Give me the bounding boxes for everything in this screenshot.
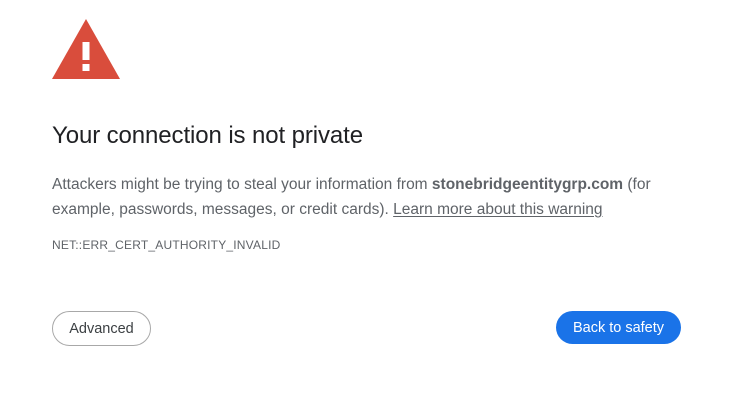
back-to-safety-button[interactable]: Back to safety — [556, 311, 681, 344]
site-domain: stonebridgeentitygrp.com — [431, 176, 624, 193]
learn-more-link[interactable]: Learn more about this warning — [393, 201, 602, 218]
advanced-button[interactable]: Advanced — [52, 311, 151, 346]
message-prefix: Attackers might be trying to steal your … — [52, 176, 432, 193]
warning-message: Attackers might be trying to steal your … — [52, 172, 712, 222]
error-code: NET::ERR_CERT_AUTHORITY_INVALID — [52, 238, 281, 252]
warning-triangle-icon — [52, 19, 120, 79]
page-title: Your connection is not private — [52, 122, 363, 149]
